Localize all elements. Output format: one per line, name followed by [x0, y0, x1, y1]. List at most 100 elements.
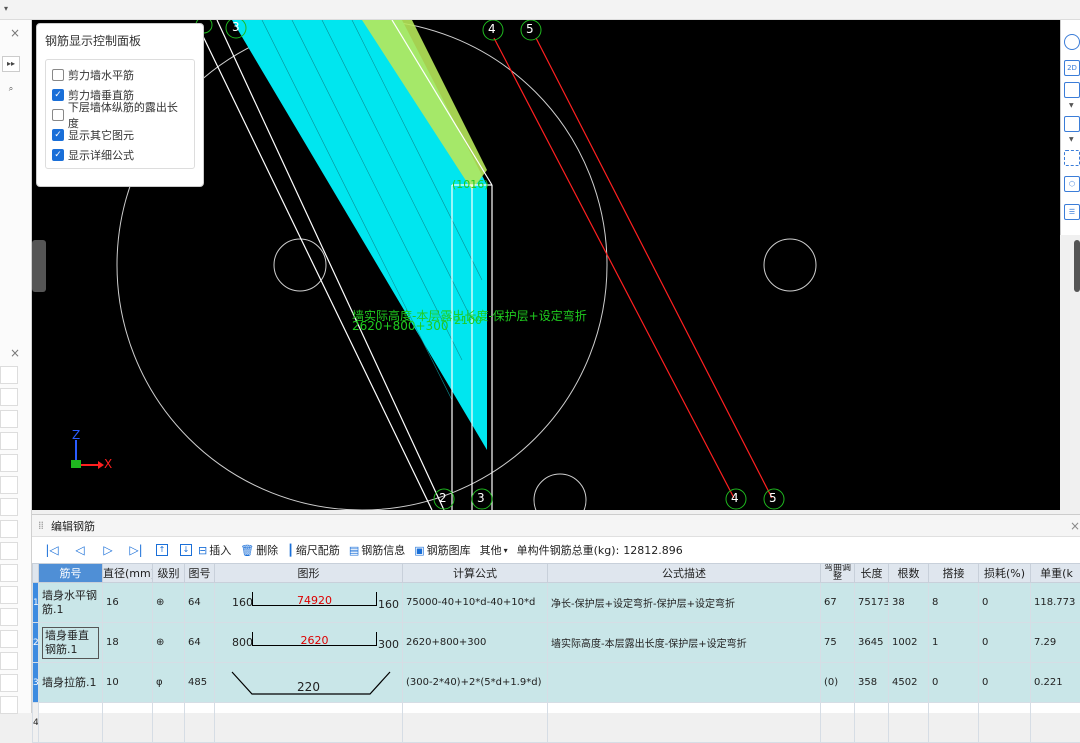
close-icon[interactable]: ×: [1070, 519, 1080, 533]
empty-cell[interactable]: [215, 703, 403, 743]
column-header[interactable]: 公式描述: [548, 564, 821, 583]
move-up-icon[interactable]: ↑: [156, 544, 168, 556]
table-row[interactable]: 1 墙身水平钢筋.1 16 ⊕ 64 160 74920 160 75000-4…: [33, 583, 1080, 623]
column-header[interactable]: 直径(mm): [103, 564, 153, 583]
formula-cell[interactable]: 2620+800+300: [403, 623, 548, 663]
list-item[interactable]: [0, 652, 18, 670]
length-cell[interactable]: 358: [855, 663, 889, 703]
empty-cell[interactable]: [153, 703, 185, 743]
option-horizontal-bars[interactable]: 剪力墙水平筋: [52, 65, 188, 85]
select-region-icon[interactable]: [1064, 150, 1080, 166]
loss-cell[interactable]: 0: [979, 663, 1031, 703]
list-item[interactable]: [0, 454, 18, 472]
expand-icon[interactable]: ▸▸: [2, 56, 20, 72]
empty-cell[interactable]: [889, 703, 929, 743]
column-header[interactable]: 单重(k: [1031, 564, 1080, 583]
list-item[interactable]: [0, 432, 18, 450]
rebar-info-button[interactable]: ▤钢筋信息: [349, 542, 405, 558]
column-header[interactable]: 损耗(%): [979, 564, 1031, 583]
insert-button[interactable]: ⊟插入: [198, 542, 231, 558]
scale-rebar-button[interactable]: ┃缩尺配筋: [287, 542, 340, 558]
move-down-icon[interactable]: ↓: [180, 544, 192, 556]
empty-cell[interactable]: [855, 703, 889, 743]
diameter-cell[interactable]: 18: [103, 623, 153, 663]
empty-cell[interactable]: [821, 703, 855, 743]
checkbox[interactable]: [52, 69, 64, 81]
cube-icon[interactable]: [1064, 116, 1080, 132]
table-row[interactable]: 2 墙身垂直钢筋.1 18 ⊕ 64 800 2620 300 2620+800…: [33, 623, 1080, 663]
loss-cell[interactable]: 0: [979, 623, 1031, 663]
list-item[interactable]: [0, 366, 18, 384]
empty-cell[interactable]: [1031, 703, 1080, 743]
rebar-name-cell[interactable]: 墙身水平钢筋.1: [39, 583, 103, 623]
formula-cell[interactable]: 75000-40+10*d-40+10*d: [403, 583, 548, 623]
empty-cell[interactable]: [103, 703, 153, 743]
dropdown-arrow-icon[interactable]: ▼: [1069, 102, 1074, 109]
2d-view-icon[interactable]: 2D: [1064, 60, 1080, 76]
last-record-icon[interactable]: ▷|: [122, 543, 150, 557]
collapse-left-handle[interactable]: [32, 240, 46, 292]
list-item[interactable]: [0, 608, 18, 626]
empty-cell[interactable]: [929, 703, 979, 743]
column-header[interactable]: 计算公式: [403, 564, 548, 583]
other-dropdown[interactable]: 其他▾: [480, 542, 508, 558]
count-cell[interactable]: 1002: [889, 623, 929, 663]
column-header[interactable]: 搭接: [929, 564, 979, 583]
column-header[interactable]: 级别: [153, 564, 185, 583]
option-show-formula[interactable]: ✓显示详细公式: [52, 145, 188, 165]
search-icon[interactable]: ⌕: [2, 82, 20, 98]
bend-cell[interactable]: 67: [821, 583, 855, 623]
close-icon[interactable]: ×: [10, 26, 20, 40]
rebar-library-button[interactable]: ▣钢筋图库: [414, 542, 470, 558]
empty-cell[interactable]: [39, 703, 103, 743]
lap-cell[interactable]: 8: [929, 583, 979, 623]
length-cell[interactable]: 3645: [855, 623, 889, 663]
column-header[interactable]: 长度: [855, 564, 889, 583]
3d-box-icon[interactable]: ⬡: [1064, 176, 1080, 192]
list-item[interactable]: [0, 630, 18, 648]
list-item[interactable]: [0, 542, 18, 560]
table-row[interactable]: 4: [33, 703, 1080, 743]
column-header[interactable]: 图形: [215, 564, 403, 583]
grade-cell[interactable]: φ: [153, 663, 185, 703]
dropdown-arrow-icon[interactable]: ▼: [1069, 136, 1074, 143]
rebar-name-cell[interactable]: 墙身拉筋.1: [39, 663, 103, 703]
checkbox-checked[interactable]: ✓: [52, 89, 64, 101]
grade-cell[interactable]: ⊕: [153, 623, 185, 663]
option-exposed-length[interactable]: 下层墙体纵筋的露出长度: [52, 105, 188, 125]
properties-icon[interactable]: ☰: [1064, 204, 1080, 220]
bend-cell[interactable]: (0): [821, 663, 855, 703]
orbit-icon[interactable]: [1064, 34, 1080, 50]
diameter-cell[interactable]: 10: [103, 663, 153, 703]
prev-record-icon[interactable]: ◁: [66, 543, 94, 557]
list-item[interactable]: [0, 564, 18, 582]
figure-number-cell[interactable]: 485: [185, 663, 215, 703]
loss-cell[interactable]: 0: [979, 583, 1031, 623]
list-item[interactable]: [0, 520, 18, 538]
list-item[interactable]: [0, 476, 18, 494]
list-item[interactable]: [0, 586, 18, 604]
close-icon[interactable]: ×: [10, 346, 20, 360]
empty-cell[interactable]: [185, 703, 215, 743]
lap-cell[interactable]: 0: [929, 663, 979, 703]
list-item[interactable]: [0, 388, 18, 406]
collapse-right-handle[interactable]: [1074, 240, 1080, 292]
checkbox[interactable]: [52, 109, 64, 121]
count-cell[interactable]: 38: [889, 583, 929, 623]
column-header[interactable]: 图号: [185, 564, 215, 583]
bend-cell[interactable]: 75: [821, 623, 855, 663]
shape-cell[interactable]: 160 74920 160: [215, 583, 403, 623]
empty-cell[interactable]: [979, 703, 1031, 743]
next-record-icon[interactable]: ▷: [94, 543, 122, 557]
length-cell[interactable]: 75173: [855, 583, 889, 623]
dropdown-arrow-icon[interactable]: ▾: [4, 4, 8, 13]
figure-number-cell[interactable]: 64: [185, 583, 215, 623]
list-item[interactable]: [0, 410, 18, 428]
checkbox-checked[interactable]: ✓: [52, 149, 64, 161]
list-item[interactable]: [0, 696, 18, 714]
column-header[interactable]: 弯曲调整: [821, 564, 855, 583]
rebar-name-editor[interactable]: 墙身垂直钢筋.1: [42, 627, 99, 659]
empty-cell[interactable]: [548, 703, 821, 743]
checkbox-checked[interactable]: ✓: [52, 129, 64, 141]
grade-cell[interactable]: ⊕: [153, 583, 185, 623]
